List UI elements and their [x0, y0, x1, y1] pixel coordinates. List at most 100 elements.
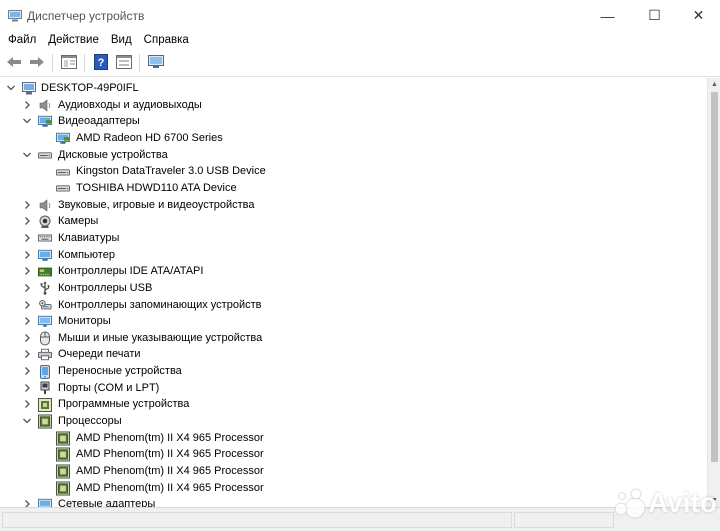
tree-device-item[interactable]: Kingston DataTraveler 3.0 USB Device: [0, 163, 700, 180]
tree-device-item[interactable]: AMD Radeon HD 6700 Series: [0, 130, 700, 147]
back-button[interactable]: [3, 52, 25, 74]
network-adapter-icon: [38, 498, 52, 507]
forward-button[interactable]: [26, 52, 48, 74]
tree-category-item[interactable]: Аудиовходы и аудиовыходы: [0, 97, 700, 114]
port-icon: [38, 381, 52, 395]
scrollbar-thumb[interactable]: [711, 92, 718, 462]
tree-category-item[interactable]: Звуковые, игровые и видеоустройства: [0, 197, 700, 214]
tree-device-item[interactable]: AMD Phenom(tm) II X4 965 Processor: [0, 430, 700, 447]
toolbar-separator: [139, 54, 140, 72]
maximize-button[interactable]: ☐: [632, 0, 677, 31]
properties-button[interactable]: [113, 52, 135, 74]
chevron-right-icon[interactable]: [22, 333, 32, 343]
tree-category-item[interactable]: Очереди печати: [0, 346, 700, 363]
title-bar[interactable]: Диспетчер устройств — ☐ ✕: [0, 0, 720, 31]
show-hide-console-tree-button[interactable]: [58, 52, 80, 74]
avito-logo-icon: [612, 486, 646, 520]
tree-item-label: Процессоры: [58, 415, 122, 428]
tree-category-item[interactable]: Видеоадаптеры: [0, 113, 700, 130]
device-tree[interactable]: DESKTOP-49P0IFL Аудиовходы и аудиовыходы…: [0, 78, 707, 507]
tree-item-label: AMD Radeon HD 6700 Series: [76, 132, 223, 144]
scroll-up-arrow-icon[interactable]: ▲: [711, 81, 718, 88]
tree-item-label: AMD Phenom(tm) II X4 965 Processor: [76, 431, 264, 444]
tree-category-item[interactable]: Порты (COM и LPT): [0, 380, 700, 397]
tree-device-item[interactable]: AMD Phenom(tm) II X4 965 Processor: [0, 446, 700, 463]
tree-item-label: Контроллеры IDE ATA/ATAPI: [58, 265, 204, 278]
chevron-right-icon[interactable]: [22, 399, 32, 409]
chevron-right-icon[interactable]: [22, 250, 32, 260]
storage-controller-icon: [38, 299, 52, 312]
chevron-right-icon[interactable]: [22, 200, 32, 210]
minimize-button[interactable]: —: [585, 0, 630, 31]
forward-arrow-icon: [29, 56, 45, 71]
tree-category-item[interactable]: Процессоры: [0, 413, 700, 430]
chevron-down-icon[interactable]: [22, 150, 32, 160]
camera-icon: [38, 215, 52, 228]
chevron-right-icon[interactable]: [22, 300, 32, 310]
mouse-icon: [38, 331, 52, 346]
tree-category-item[interactable]: Контроллеры запоминающих устройств: [0, 297, 700, 314]
tree-item-label: TOSHIBA HDWD110 ATA Device: [76, 181, 237, 194]
avito-watermark: Avito: [612, 486, 717, 520]
tree-device-item[interactable]: AMD Phenom(tm) II X4 965 Processor: [0, 463, 700, 480]
menu-view[interactable]: Вид: [105, 31, 138, 50]
chevron-right-icon[interactable]: [22, 266, 32, 276]
help-button[interactable]: ?: [90, 52, 112, 74]
tree-item-label: AMD Phenom(tm) II X4 965 Processor: [76, 465, 264, 477]
back-arrow-icon: [6, 56, 22, 71]
chevron-right-icon[interactable]: [22, 366, 32, 376]
tree-item-label: Компьютер: [58, 248, 115, 261]
menu-bar: Файл Действие Вид Справка: [0, 31, 720, 50]
chevron-down-icon[interactable]: [22, 416, 32, 426]
menu-help[interactable]: Справка: [138, 31, 195, 50]
disk-drive-icon: [56, 165, 70, 178]
tree-category-item[interactable]: Сетевые адаптеры: [0, 496, 700, 507]
chevron-right-icon[interactable]: [22, 383, 32, 393]
menu-file[interactable]: Файл: [2, 31, 42, 50]
tree-device-item[interactable]: AMD Phenom(tm) II X4 965 Processor: [0, 480, 700, 497]
tree-item-label: Мыши и иные указывающие устройства: [58, 331, 263, 344]
status-pane-main: [2, 512, 512, 528]
svg-text:?: ?: [98, 57, 105, 69]
chevron-down-icon[interactable]: [6, 83, 16, 93]
tree-category-item[interactable]: Контроллеры IDE ATA/ATAPI: [0, 263, 700, 280]
tree-root-label: DESKTOP-49P0IFL: [41, 82, 139, 94]
tree-item-label: Очереди печати: [58, 348, 141, 361]
tree-item-label: Порты (COM и LPT): [58, 381, 160, 394]
usb-icon: [38, 281, 52, 296]
chevron-right-icon[interactable]: [22, 349, 32, 359]
tree-category-item[interactable]: Мыши и иные указывающие устройства: [0, 330, 700, 347]
chevron-right-icon[interactable]: [22, 316, 32, 326]
keyboard-icon: [38, 232, 52, 245]
processor-icon: [56, 447, 70, 462]
chevron-right-icon[interactable]: [22, 100, 32, 110]
disk-drive-icon: [56, 182, 70, 195]
scan-hardware-button[interactable]: [145, 52, 167, 74]
tree-item-label: Видеоадаптеры: [58, 115, 140, 128]
tree-category-item[interactable]: Мониторы: [0, 313, 700, 330]
chevron-right-icon[interactable]: [22, 233, 32, 243]
toolbar-separator: [84, 54, 85, 72]
tree-category-item[interactable]: Клавиатуры: [0, 230, 700, 247]
chevron-down-icon[interactable]: [22, 116, 32, 126]
tree-category-item[interactable]: Компьютер: [0, 247, 700, 264]
printer-icon: [38, 348, 52, 361]
vertical-scrollbar[interactable]: ▲ ▼: [707, 78, 720, 507]
tree-item-label: Контроллеры запоминающих устройств: [58, 298, 262, 311]
close-button[interactable]: ✕: [676, 0, 720, 31]
menu-action[interactable]: Действие: [42, 31, 105, 50]
tree-category-item[interactable]: Программные устройства: [0, 396, 700, 413]
tree-item-label: Мониторы: [58, 315, 111, 328]
tree-root-item[interactable]: DESKTOP-49P0IFL: [0, 80, 700, 97]
speaker-icon: [38, 99, 52, 112]
processor-icon: [56, 464, 70, 479]
chevron-right-icon[interactable]: [22, 499, 32, 507]
tree-category-item[interactable]: Дисковые устройства: [0, 147, 700, 164]
chevron-right-icon[interactable]: [22, 216, 32, 226]
tree-category-item[interactable]: Переносные устройства: [0, 363, 700, 380]
window-title: Диспетчер устройств: [27, 9, 145, 23]
tree-category-item[interactable]: Контроллеры USB: [0, 280, 700, 297]
tree-category-item[interactable]: Камеры: [0, 213, 700, 230]
chevron-right-icon[interactable]: [22, 283, 32, 293]
tree-device-item[interactable]: TOSHIBA HDWD110 ATA Device: [0, 180, 700, 197]
